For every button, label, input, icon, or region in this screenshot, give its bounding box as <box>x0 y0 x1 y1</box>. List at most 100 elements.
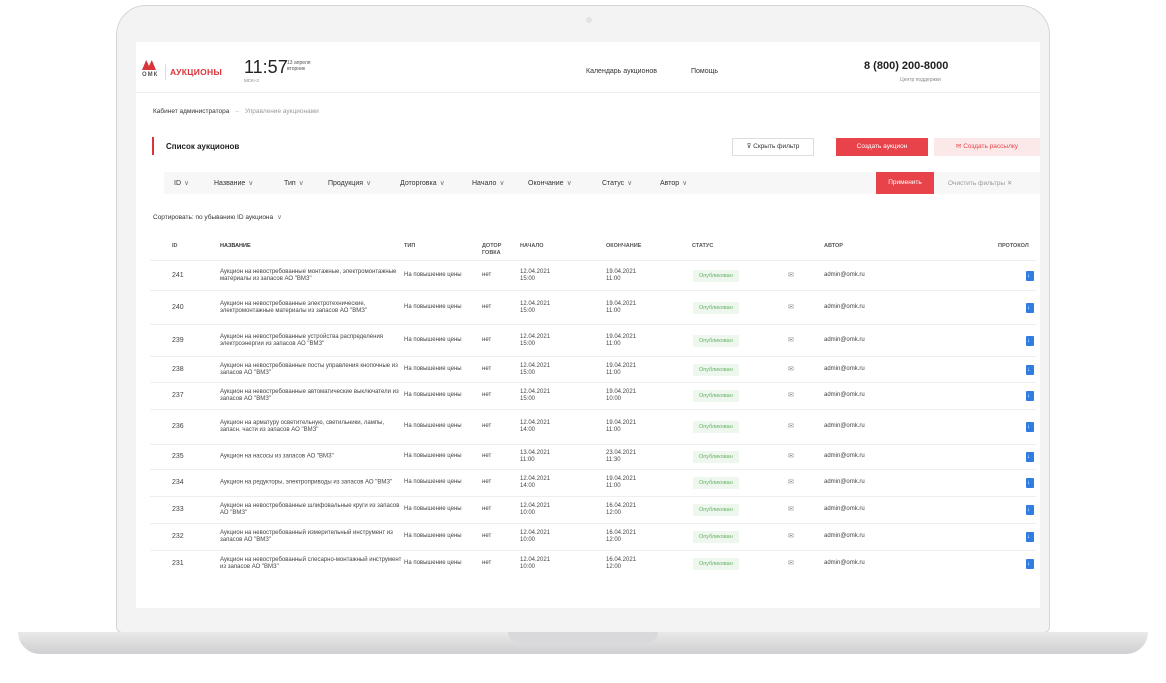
download-protocol-icon[interactable] <box>1026 505 1034 515</box>
mail-icon[interactable]: ✉ <box>788 452 794 460</box>
filter-id[interactable]: ID ∨ <box>174 179 189 187</box>
col-type[interactable]: ТИП <box>404 243 415 250</box>
download-protocol-icon[interactable] <box>1026 365 1034 375</box>
row-name[interactable]: Аукцион на насосы из запасов АО "ВМЗ" <box>220 454 406 461</box>
mail-icon[interactable]: ✉ <box>788 365 794 373</box>
filter-author[interactable]: Автор ∨ <box>660 179 687 187</box>
create-mailing-button[interactable]: ✉ Создать рассылку <box>934 138 1040 156</box>
download-protocol-icon[interactable] <box>1026 532 1034 542</box>
row-end-date: 16.04.2021 <box>606 530 637 536</box>
row-end-time: 12:00 <box>606 537 622 543</box>
chevron-down-icon: ∨ <box>439 180 445 187</box>
mail-icon[interactable]: ✉ <box>788 336 794 344</box>
row-end-date: 19.04.2021 <box>606 420 637 426</box>
col-start[interactable]: НАЧАЛО <box>520 243 544 250</box>
table-row[interactable]: 231 Аукцион на невостребованный слесарно-… <box>150 550 1036 577</box>
row-name[interactable]: Аукцион на редукторы, электроприводы из … <box>220 480 406 487</box>
hide-filter-button[interactable]: ⊽ Скрыть фильтр <box>732 138 814 156</box>
row-name[interactable]: Аукцион на невостребованные устройства р… <box>220 334 406 348</box>
row-name[interactable]: Аукцион на арматуру осветительную, свети… <box>220 420 406 434</box>
row-end-date: 16.04.2021 <box>606 503 637 509</box>
download-protocol-icon[interactable] <box>1026 478 1034 488</box>
apply-filters-button[interactable]: Применить <box>876 172 934 194</box>
table-row[interactable]: 236 Аукцион на арматуру осветительную, св… <box>150 409 1036 444</box>
col-status[interactable]: СТАТУС <box>692 243 713 250</box>
download-protocol-icon[interactable] <box>1026 452 1034 462</box>
col-author[interactable]: АВТОР <box>824 243 843 250</box>
nav-help-link[interactable]: Помощь <box>691 68 718 75</box>
row-author: admin@omk.ru <box>824 423 865 429</box>
row-end: 19.04.2021 10:00 <box>606 389 636 403</box>
brand-name[interactable]: АУКЦИОНЫ <box>170 67 222 77</box>
filter-name[interactable]: Название ∨ <box>214 179 253 187</box>
breadcrumb-admin-link[interactable]: Кабинет администратора <box>153 108 229 115</box>
row-start-date: 12.04.2021 <box>520 269 551 275</box>
row-name[interactable]: Аукцион на невостребованный слесарно-мон… <box>220 557 406 571</box>
mail-icon[interactable]: ✉ <box>788 303 794 311</box>
create-auction-button[interactable]: Создать аукцион <box>836 138 928 156</box>
row-type: На повышение цены <box>404 506 462 512</box>
row-name[interactable]: Аукцион на невостребованные электротехни… <box>220 301 406 315</box>
table-row[interactable]: 239 Аукцион на невостребованные устройств… <box>150 324 1036 356</box>
omk-logo[interactable]: ОМК <box>142 60 160 80</box>
filter-product[interactable]: Продукция ∨ <box>328 179 371 187</box>
table-row[interactable]: 232 Аукцион на невостребованный измерител… <box>150 523 1036 550</box>
row-name[interactable]: Аукцион на невостребованные автоматическ… <box>220 389 406 403</box>
table-row[interactable]: 237 Аукцион на невостребованные автоматич… <box>150 382 1036 409</box>
sort-selector[interactable]: Сортировать: по убыванию ID аукциона ∨ <box>153 213 282 221</box>
row-end-time: 10:00 <box>606 396 622 402</box>
clear-filters-button[interactable]: Очистить фильтры ✕ <box>948 179 1012 187</box>
row-start: 12.04.2021 15:00 <box>520 269 550 283</box>
filter-status[interactable]: Статус ∨ <box>602 179 632 187</box>
row-dotorgovka: нет <box>482 479 492 485</box>
download-protocol-icon[interactable] <box>1026 422 1034 432</box>
table-row[interactable]: 234 Аукцион на редукторы, электроприводы … <box>150 469 1036 496</box>
mail-icon[interactable]: ✉ <box>788 505 794 513</box>
table-row[interactable]: 235 Аукцион на насосы из запасов АО "ВМЗ"… <box>150 444 1036 469</box>
status-badge: Опубликован <box>693 421 739 433</box>
download-protocol-icon[interactable] <box>1026 303 1034 313</box>
col-end[interactable]: ОКОНЧАНИЕ <box>606 243 641 250</box>
breadcrumb-separator: – <box>235 108 239 115</box>
nav-calendar-link[interactable]: Календарь аукционов <box>586 68 657 75</box>
col-dotorgovka[interactable]: ДОТОР ГОВКА <box>482 243 508 257</box>
mail-icon[interactable]: ✉ <box>788 391 794 399</box>
row-name[interactable]: Аукцион на невостребованные шлифовальные… <box>220 503 406 517</box>
row-type: На повышение цены <box>404 366 462 372</box>
row-dotorgovka: нет <box>482 366 492 372</box>
row-end: 16.04.2021 12:00 <box>606 557 636 571</box>
col-protocol[interactable]: ПРОТОКОЛ <box>998 243 1029 250</box>
row-end-date: 16.04.2021 <box>606 557 637 563</box>
mail-icon[interactable]: ✉ <box>788 422 794 430</box>
mail-icon[interactable]: ✉ <box>788 271 794 279</box>
filter-type[interactable]: Тип ∨ <box>284 179 304 187</box>
download-protocol-icon[interactable] <box>1026 271 1034 281</box>
row-name[interactable]: Аукцион на невостребованные монтажные, э… <box>220 269 406 283</box>
table-row[interactable]: 240 Аукцион на невостребованные электроте… <box>150 290 1036 324</box>
table-row[interactable]: 238 Аукцион на невостребованные посты упр… <box>150 356 1036 382</box>
row-name[interactable]: Аукцион на невостребованный измерительны… <box>220 530 406 544</box>
filter-end[interactable]: Окончание ∨ <box>528 179 572 187</box>
row-start-date: 12.04.2021 <box>520 476 551 482</box>
row-end-time: 11:00 <box>606 276 621 282</box>
download-protocol-icon[interactable] <box>1026 391 1034 401</box>
chevron-down-icon: ∨ <box>298 180 304 187</box>
mail-icon[interactable]: ✉ <box>788 478 794 486</box>
col-id[interactable]: ID <box>172 243 178 250</box>
status-badge: Опубликован <box>693 270 739 282</box>
row-start-time: 15:00 <box>520 370 536 376</box>
row-start-time: 15:00 <box>520 341 536 347</box>
mail-icon[interactable]: ✉ <box>788 532 794 540</box>
support-phone[interactable]: 8 (800) 200-8000 <box>864 60 948 72</box>
mail-icon[interactable]: ✉ <box>788 559 794 567</box>
table-row[interactable]: 233 Аукцион на невостребованные шлифоваль… <box>150 496 1036 523</box>
filter-dotorgovka[interactable]: Доторговка ∨ <box>400 179 445 187</box>
row-end-time: 11:00 <box>606 370 621 376</box>
filter-start[interactable]: Начало ∨ <box>472 179 505 187</box>
download-protocol-icon[interactable] <box>1026 336 1034 346</box>
row-author: admin@omk.ru <box>824 272 865 278</box>
row-name[interactable]: Аукцион на невостребованные посты управл… <box>220 363 406 377</box>
table-row[interactable]: 241 Аукцион на невостребованные монтажные… <box>150 260 1036 290</box>
download-protocol-icon[interactable] <box>1026 559 1034 569</box>
col-name[interactable]: НАЗВАНИЕ <box>220 243 251 250</box>
